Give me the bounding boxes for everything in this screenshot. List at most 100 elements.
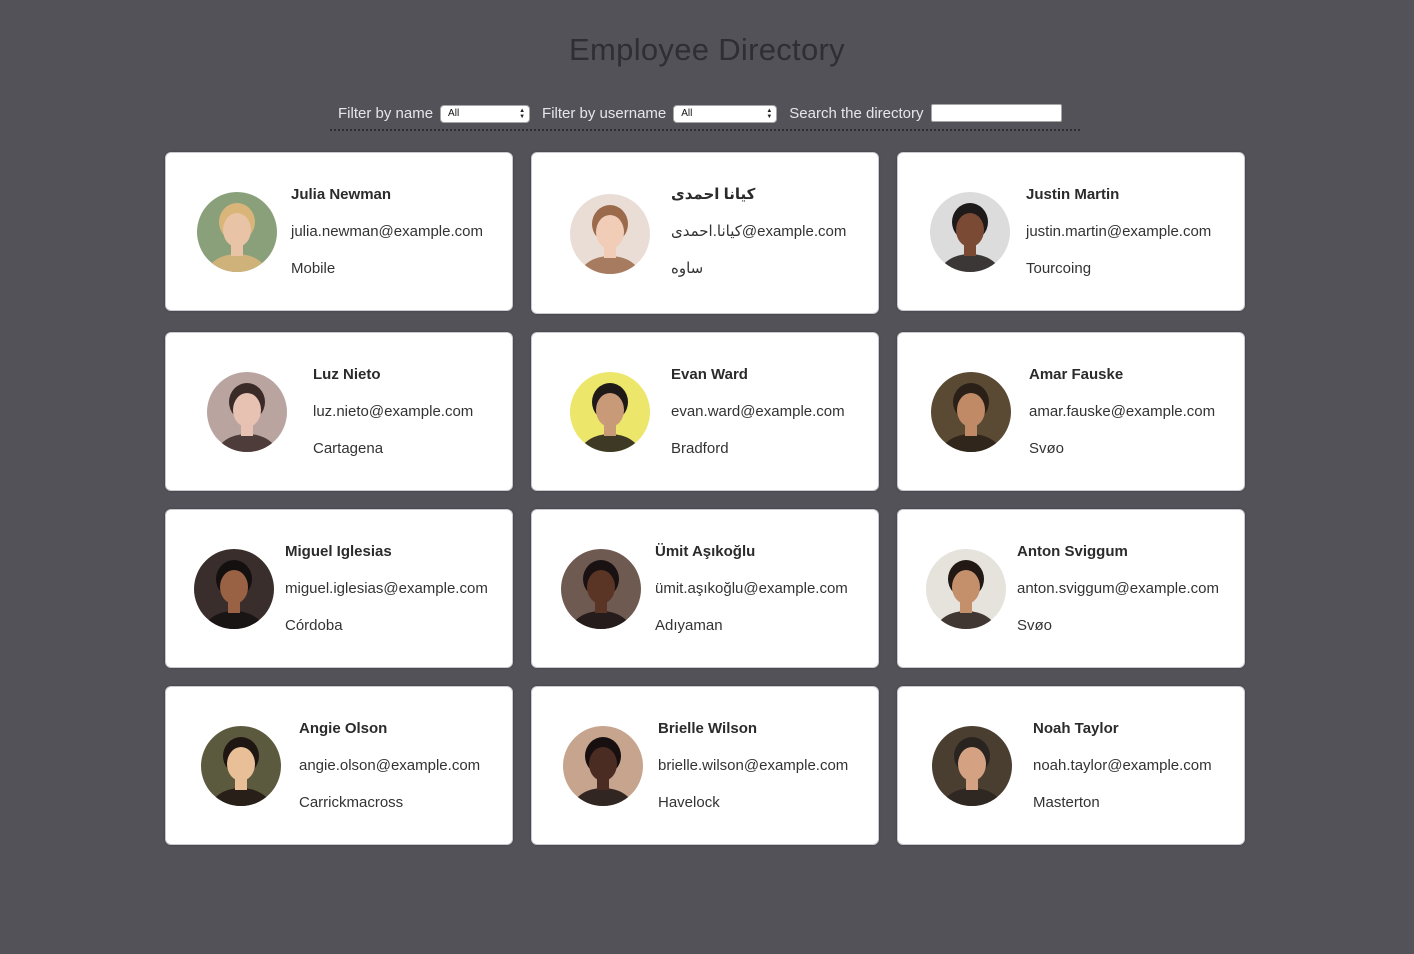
avatar-face xyxy=(957,393,985,427)
avatar-face xyxy=(952,570,980,604)
employee-info: Ümit Aşıkoğlu ümit.aşıkoğlu@example.com … xyxy=(655,542,848,636)
employee-name: Julia Newman xyxy=(291,186,392,203)
employee-name: Brielle Wilson xyxy=(658,720,758,737)
search-label: Search the directory xyxy=(789,105,924,122)
avatar-neck xyxy=(231,244,243,256)
employee-email: angie.olson@example.com xyxy=(299,757,481,774)
avatar-neck xyxy=(241,424,253,436)
avatar-face xyxy=(956,213,984,247)
employee-email: justin.martin@example.com xyxy=(1026,223,1212,240)
avatar xyxy=(197,192,277,272)
employee-card[interactable]: Amar Fauske amar.fauske@example.com Svøo xyxy=(897,332,1245,491)
avatar xyxy=(570,194,650,274)
employee-info: Julia Newman julia.newman@example.com Mo… xyxy=(291,185,483,279)
employee-name: Evan Ward xyxy=(671,366,748,383)
avatar xyxy=(561,549,641,629)
employee-city: Svøo xyxy=(1029,440,1065,457)
employee-info: Angie Olson angie.olson@example.com Carr… xyxy=(299,719,480,813)
avatar-portrait xyxy=(931,372,1011,452)
avatar-portrait xyxy=(570,194,650,274)
avatar-neck xyxy=(960,601,972,613)
avatar-face xyxy=(589,747,617,781)
filter-by-name-label: Filter by name xyxy=(338,105,434,122)
employee-city: Mobile xyxy=(291,260,336,277)
avatar xyxy=(207,372,287,452)
employee-email: amar.fauske@example.com xyxy=(1029,403,1216,420)
employee-city: ساوه xyxy=(671,260,704,277)
employee-name: Amar Fauske xyxy=(1029,366,1124,383)
employee-card[interactable]: Brielle Wilson brielle.wilson@example.co… xyxy=(531,686,879,845)
employee-card[interactable]: Anton Sviggum anton.sviggum@example.com … xyxy=(897,509,1245,668)
avatar-portrait xyxy=(932,726,1012,806)
employee-info: Noah Taylor noah.taylor@example.com Mast… xyxy=(1033,719,1212,813)
employee-name: كيانا احمدی xyxy=(671,186,756,203)
employee-info: Anton Sviggum anton.sviggum@example.com … xyxy=(1017,542,1219,636)
employee-card[interactable]: Evan Ward evan.ward@example.com Bradford xyxy=(531,332,879,491)
employee-card[interactable]: Miguel Iglesias miguel.iglesias@example.… xyxy=(165,509,513,668)
employee-email: ümit.aşıkoğlu@example.com xyxy=(655,580,848,597)
avatar xyxy=(570,372,650,452)
employee-city: Córdoba xyxy=(285,617,343,634)
employee-email: evan.ward@example.com xyxy=(671,403,845,420)
page-title: Employee Directory xyxy=(569,32,845,67)
avatar-neck xyxy=(965,424,977,436)
employee-name: Anton Sviggum xyxy=(1017,543,1128,560)
employee-name: Luz Nieto xyxy=(313,366,381,383)
avatar-portrait xyxy=(930,192,1010,272)
employee-city: Carrickmacross xyxy=(299,794,404,811)
employee-card[interactable]: Noah Taylor noah.taylor@example.com Mast… xyxy=(897,686,1245,845)
filter-by-username-label: Filter by username xyxy=(542,105,667,122)
employee-card[interactable]: كيانا احمدی كيانا.احمدی@example.com ساوه xyxy=(531,152,879,314)
avatar-face xyxy=(223,213,251,247)
avatar-neck xyxy=(604,246,616,258)
filter-by-name-select[interactable]: All ▲ ▼ xyxy=(440,105,531,123)
avatar-face xyxy=(220,570,248,604)
avatar-neck xyxy=(597,778,609,790)
avatar xyxy=(926,549,1006,629)
avatar xyxy=(930,192,1010,272)
employee-info: Brielle Wilson brielle.wilson@example.co… xyxy=(658,719,848,813)
employee-city: Masterton xyxy=(1033,794,1100,811)
employee-info: Amar Fauske amar.fauske@example.com Svøo xyxy=(1029,365,1215,459)
avatar-neck xyxy=(228,601,240,613)
employee-name: Miguel Iglesias xyxy=(285,543,392,560)
employee-city: Cartagena xyxy=(313,440,384,457)
avatar-portrait xyxy=(563,726,643,806)
employee-card[interactable]: Luz Nieto luz.nieto@example.com Cartagen… xyxy=(165,332,513,491)
employee-email: brielle.wilson@example.com xyxy=(658,757,849,774)
avatar-neck xyxy=(235,778,247,790)
avatar-portrait xyxy=(570,372,650,452)
employee-info: Miguel Iglesias miguel.iglesias@example.… xyxy=(285,542,488,636)
avatar-face xyxy=(227,747,255,781)
avatar-portrait xyxy=(207,372,287,452)
employee-card[interactable]: Justin Martin justin.martin@example.com … xyxy=(897,152,1245,311)
filter-by-username-select[interactable]: All ▲ ▼ xyxy=(673,105,778,123)
avatar-face xyxy=(958,747,986,781)
employee-info: Justin Martin justin.martin@example.com … xyxy=(1026,185,1211,279)
avatar-face xyxy=(596,215,624,249)
avatar xyxy=(563,726,643,806)
employee-card[interactable]: Angie Olson angie.olson@example.com Carr… xyxy=(165,686,513,845)
avatar-portrait xyxy=(561,549,641,629)
filter-by-username-value: All xyxy=(681,108,693,119)
employee-card[interactable]: Ümit Aşıkoğlu ümit.aşıkoğlu@example.com … xyxy=(531,509,879,668)
employee-email: كيانا.احمدی@example.com xyxy=(671,223,847,240)
avatar-portrait xyxy=(926,549,1006,629)
employee-name: Ümit Aşıkoğlu xyxy=(655,543,756,560)
employee-info: Luz Nieto luz.nieto@example.com Cartagen… xyxy=(313,365,473,459)
employee-city: Adıyaman xyxy=(655,617,723,634)
avatar-portrait xyxy=(194,549,274,629)
avatar xyxy=(932,726,1012,806)
search-input[interactable] xyxy=(930,104,1062,122)
select-arrows-icon: ▲ ▼ xyxy=(519,108,526,120)
employee-name: Noah Taylor xyxy=(1033,720,1119,737)
select-arrows-icon: ▲ ▼ xyxy=(766,108,773,120)
employee-name: Angie Olson xyxy=(299,720,388,737)
filter-bar: Filter by name All ▲ ▼ Filter by username… xyxy=(330,101,1080,131)
employee-email: luz.nieto@example.com xyxy=(313,403,474,420)
employee-city: Tourcoing xyxy=(1026,260,1092,277)
employee-email: miguel.iglesias@example.com xyxy=(285,580,488,597)
avatar xyxy=(201,726,281,806)
avatar xyxy=(931,372,1011,452)
employee-card[interactable]: Julia Newman julia.newman@example.com Mo… xyxy=(165,152,513,311)
